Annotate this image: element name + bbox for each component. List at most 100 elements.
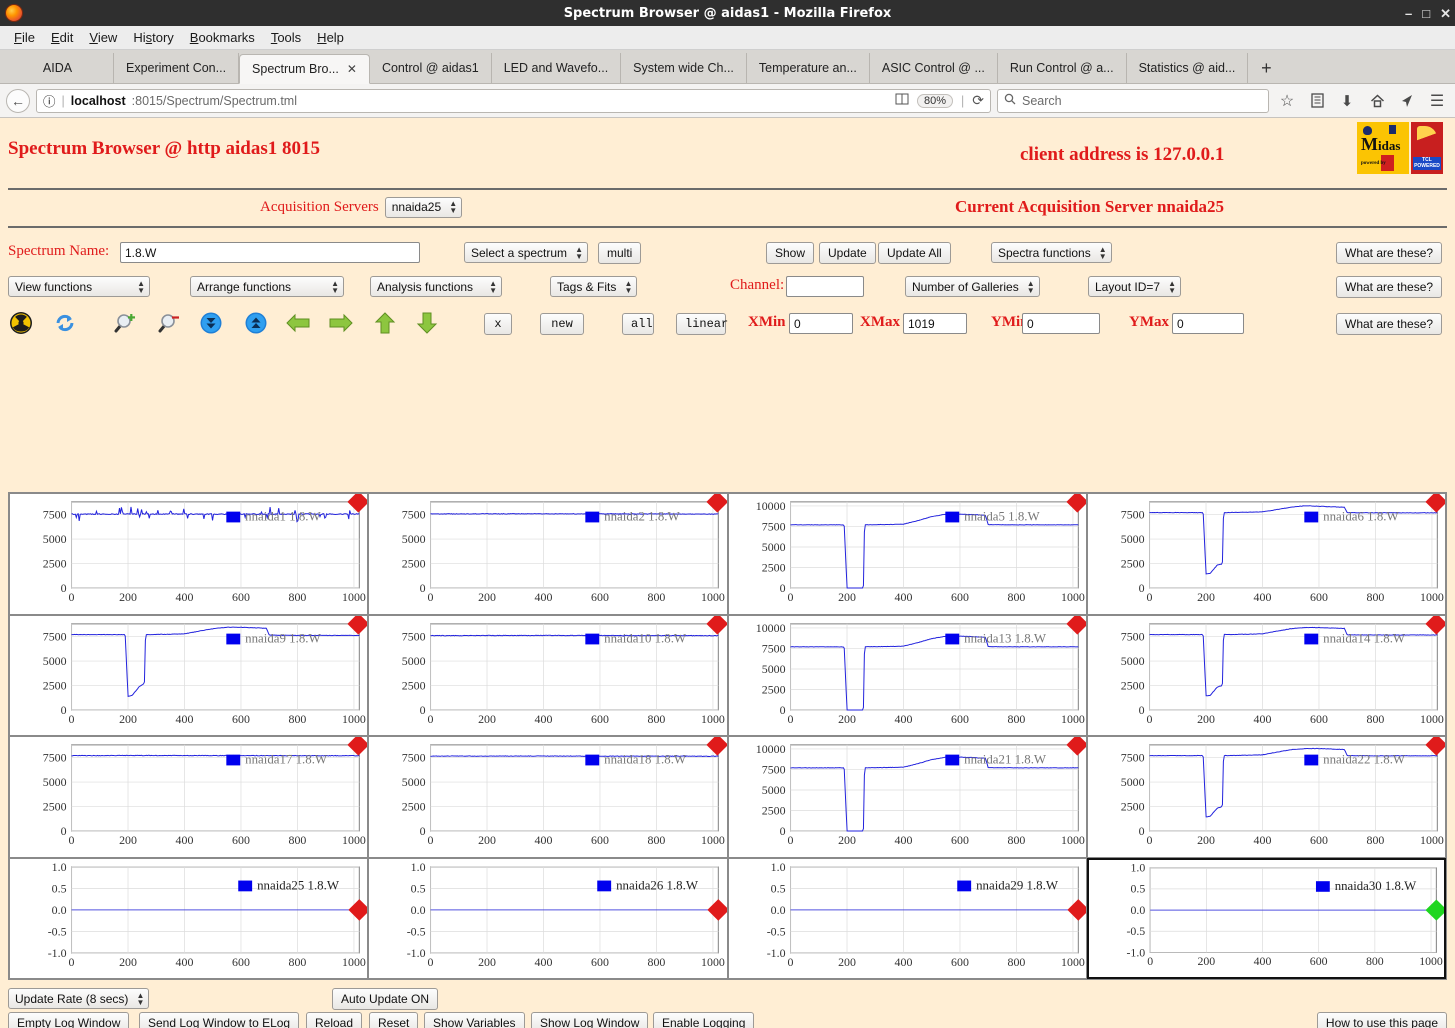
bookmark-star-icon[interactable]: ☆: [1275, 89, 1299, 113]
number-of-galleries-wrap[interactable]: Number of Galleries ▲ ▼: [905, 276, 1040, 297]
close-button[interactable]: ✕: [1440, 7, 1451, 20]
layout-id-wrap[interactable]: Layout ID=7 ▲ ▼: [1088, 276, 1182, 297]
what-are-these-button-3[interactable]: What are these?: [1336, 313, 1443, 335]
x-button[interactable]: x: [484, 313, 512, 335]
tab-asic-control[interactable]: ASIC Control @ ...: [870, 53, 998, 83]
spectrum-panel-nnaida1[interactable]: 0 200 400 600 800 1000 0 2500 5000 7500 nnaida1 1.…: [9, 493, 369, 615]
url-bar[interactable]: ⓘ | localhost:8015/Spectrum/Spectrum.tml…: [36, 88, 991, 113]
tags-fits-wrap[interactable]: Tags & Fits ▲ ▼: [550, 276, 638, 297]
arrow-down-icon[interactable]: [414, 310, 440, 336]
menu-view[interactable]: View: [81, 28, 125, 47]
arrow-left-icon[interactable]: [285, 310, 311, 336]
zoom-level-indicator[interactable]: 80%: [916, 93, 954, 108]
menu-help[interactable]: Help: [309, 28, 352, 47]
number-of-galleries-dropdown[interactable]: Number of Galleries: [905, 276, 1040, 297]
hamburger-menu-icon[interactable]: ☰: [1425, 89, 1449, 113]
expand-up-icon[interactable]: [243, 310, 269, 336]
what-are-these-button-1[interactable]: What are these?: [1336, 242, 1443, 264]
home-icon[interactable]: [1365, 89, 1389, 113]
library-icon[interactable]: [1305, 89, 1329, 113]
arrange-functions-wrap[interactable]: Arrange functions ▲ ▼: [190, 276, 344, 297]
minimize-button[interactable]: –: [1405, 7, 1412, 20]
spectrum-panel-nnaida30[interactable]: 0 200 400 600 800 1000 -1.0 -0.5 0.0 0.5 1.0 nnaida…: [1086, 857, 1446, 979]
xmax-input[interactable]: [903, 313, 967, 334]
all-button[interactable]: all: [622, 313, 654, 335]
spectrum-panel-nnaida22[interactable]: 0 200 400 600 800 1000 0 2500 5000 7500 nnaida22 1…: [1086, 736, 1446, 858]
spectrum-panel-nnaida18[interactable]: 0 200 400 600 800 1000 0 2500 5000 7500 nnaida18 1…: [368, 736, 728, 858]
view-functions-dropdown[interactable]: View functions: [8, 276, 150, 297]
tab-led-waveform[interactable]: LED and Wavefo...: [492, 53, 622, 83]
update-rate-dropdown[interactable]: Update Rate (8 secs): [8, 988, 150, 1009]
acquisition-server-select-wrap[interactable]: nnaida25 ▲ ▼: [384, 196, 463, 218]
menu-tools[interactable]: Tools: [263, 28, 309, 47]
menu-file[interactable]: File: [6, 28, 43, 47]
analysis-functions-dropdown[interactable]: Analysis functions: [370, 276, 502, 297]
ymin-input[interactable]: [1022, 313, 1100, 334]
enable-logging-button[interactable]: Enable Logging: [653, 1012, 755, 1028]
tags-and-fits-dropdown[interactable]: Tags & Fits: [550, 276, 638, 297]
layout-id-dropdown[interactable]: Layout ID=7: [1088, 276, 1182, 297]
radiation-icon[interactable]: [8, 310, 34, 336]
update-all-button[interactable]: Update All: [878, 242, 951, 264]
show-button[interactable]: Show: [766, 242, 815, 264]
auto-update-button[interactable]: Auto Update ON: [332, 988, 439, 1010]
collapse-down-icon[interactable]: [198, 310, 224, 336]
select-spectrum-wrap[interactable]: Select a spectrum ▲ ▼: [464, 242, 589, 263]
update-rate-wrap[interactable]: Update Rate (8 secs) ▲ ▼: [8, 988, 150, 1009]
update-button[interactable]: Update: [819, 242, 876, 264]
new-button[interactable]: new: [540, 313, 584, 335]
multi-button[interactable]: multi: [598, 242, 642, 264]
ymax-input[interactable]: [1172, 313, 1244, 334]
tab-close-icon[interactable]: ✕: [347, 62, 357, 76]
search-bar[interactable]: Search: [997, 88, 1269, 113]
send-to-device-icon[interactable]: [1395, 89, 1419, 113]
site-info-icon[interactable]: ⓘ: [43, 91, 56, 110]
what-are-these-button-2[interactable]: What are these?: [1336, 276, 1443, 298]
tab-control-aidas1[interactable]: Control @ aidas1: [370, 53, 492, 83]
acquisition-server-select[interactable]: nnaida25: [384, 196, 463, 218]
zoom-out-icon[interactable]: [156, 310, 182, 336]
spectrum-name-input[interactable]: [120, 242, 420, 263]
analysis-functions-wrap[interactable]: Analysis functions ▲ ▼: [370, 276, 502, 297]
spectrum-panel-nnaida9[interactable]: 0 200 400 600 800 1000 0 2500 5000 7500 nnaida9 1.…: [9, 614, 369, 736]
new-tab-button[interactable]: +: [1248, 53, 1284, 83]
arrow-right-icon[interactable]: [328, 310, 354, 336]
spectrum-panel-nnaida21[interactable]: 0 200 400 600 800 1000 0 2500 5000 7500 10000 nnaid…: [727, 736, 1087, 858]
tab-spectrum-browser[interactable]: Spectrum Bro... ✕: [239, 54, 370, 84]
menu-bookmarks[interactable]: Bookmarks: [182, 28, 263, 47]
spectrum-panel-nnaida25[interactable]: 0 200 400 600 800 1000 -1.0 -0.5 0.0 0.5 1.0 nnaida…: [9, 857, 369, 979]
tab-statistics[interactable]: Statistics @ aid...: [1127, 53, 1249, 83]
back-button[interactable]: ←: [6, 88, 30, 113]
empty-log-window-button[interactable]: Empty Log Window: [8, 1012, 130, 1028]
spectrum-panel-nnaida6[interactable]: 0 200 400 600 800 1000 0 2500 5000 7500 nnaida6 1.…: [1086, 493, 1446, 615]
tab-temperature[interactable]: Temperature an...: [747, 53, 870, 83]
reader-view-icon[interactable]: [895, 92, 909, 109]
reload-button[interactable]: ⟳: [972, 92, 984, 109]
spectrum-panel-nnaida2[interactable]: 0 200 400 600 800 1000 0 2500 5000 7500 nnaida2 1.…: [368, 493, 728, 615]
spectra-functions-dropdown[interactable]: Spectra functions: [991, 242, 1112, 263]
tab-experiment-control[interactable]: Experiment Con...: [114, 53, 240, 83]
refresh-icon[interactable]: [52, 310, 78, 336]
arrange-functions-dropdown[interactable]: Arrange functions: [190, 276, 344, 297]
xmin-input[interactable]: [789, 313, 853, 334]
linear-button[interactable]: linear: [676, 313, 728, 335]
reset-button[interactable]: Reset: [369, 1012, 419, 1028]
tab-run-control[interactable]: Run Control @ a...: [998, 53, 1127, 83]
show-variables-button[interactable]: Show Variables: [424, 1012, 525, 1028]
spectra-functions-wrap[interactable]: Spectra functions ▲ ▼: [991, 242, 1112, 263]
spectrum-panel-nnaida26[interactable]: 0 200 400 600 800 1000 -1.0 -0.5 0.0 0.5 1.0 nnaida…: [368, 857, 728, 979]
spectrum-panel-nnaida13[interactable]: 0 200 400 600 800 1000 0 2500 5000 7500 10000 nnaid…: [727, 614, 1087, 736]
zoom-in-icon[interactable]: [112, 310, 138, 336]
downloads-icon[interactable]: ⬇: [1335, 89, 1359, 113]
menu-edit[interactable]: Edit: [43, 28, 81, 47]
menu-history[interactable]: History: [125, 28, 181, 47]
spectrum-panel-nnaida10[interactable]: 0 200 400 600 800 1000 0 2500 5000 7500 nnaida10 1…: [368, 614, 728, 736]
view-functions-wrap[interactable]: View functions ▲ ▼: [8, 276, 150, 297]
maximize-button[interactable]: □: [1422, 7, 1430, 20]
show-log-window-button[interactable]: Show Log Window: [531, 1012, 649, 1028]
spectrum-panel-nnaida29[interactable]: 0 200 400 600 800 1000 -1.0 -0.5 0.0 0.5 1.0 nnaida…: [727, 857, 1087, 979]
tab-aida[interactable]: AIDA: [2, 53, 114, 83]
tab-system-wide[interactable]: System wide Ch...: [621, 53, 747, 83]
arrow-up-icon[interactable]: [372, 310, 398, 336]
select-a-spectrum-dropdown[interactable]: Select a spectrum: [464, 242, 589, 263]
